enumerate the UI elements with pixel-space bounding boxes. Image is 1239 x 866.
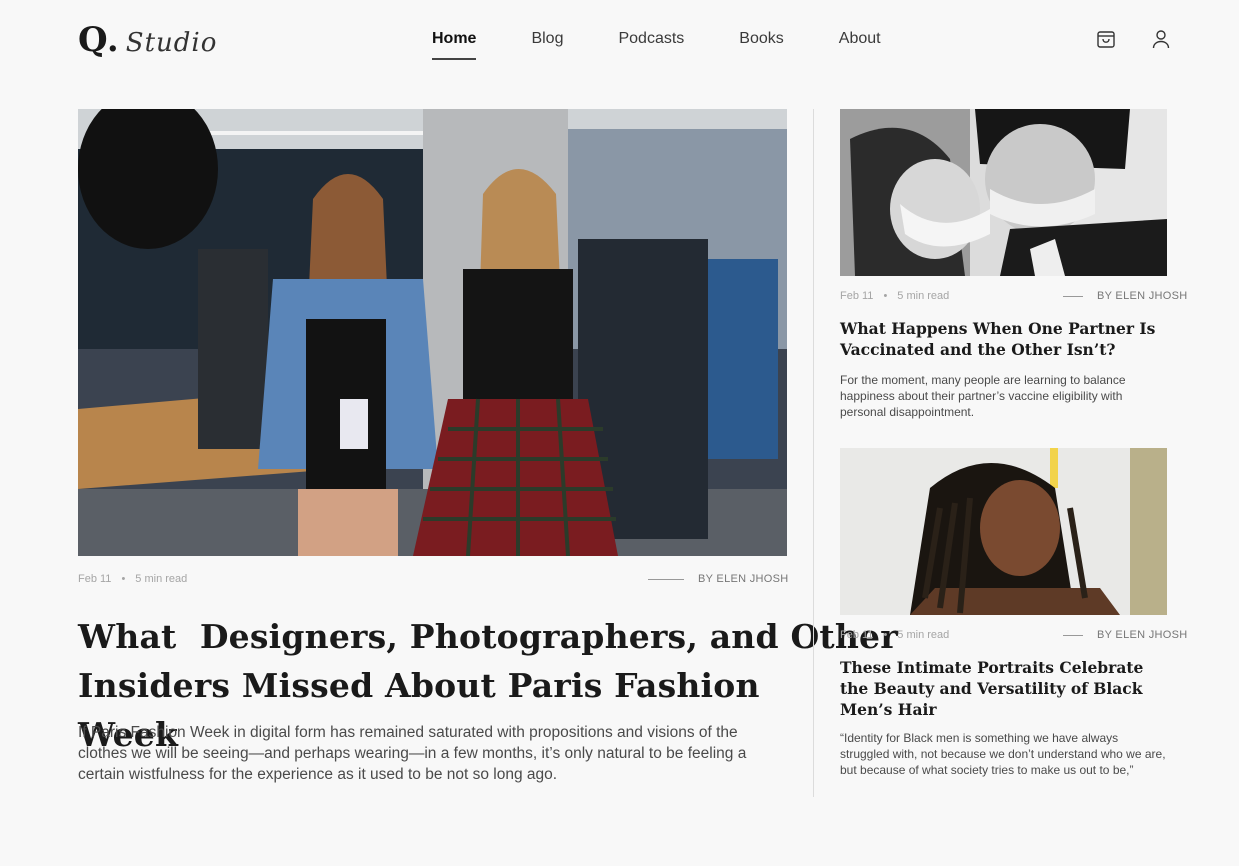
main-article-byline: BY ELEN JHOSH [648,573,789,585]
side-article-title[interactable]: What Happens When One Partner Is Vaccina… [840,318,1160,360]
read-time: 5 min read [135,573,188,585]
site-header: Q. Studio Home Blog Podcasts Books About [0,0,1239,80]
nav-item-about[interactable]: About [839,28,881,54]
side-article-excerpt: For the moment, many people are learning… [840,373,1126,419]
author-name[interactable]: BY ELEN JHOSH [1097,629,1188,641]
read-time: 5 min read [897,629,950,641]
side-article-excerpt: “Identity for Black men is something we … [840,731,1166,777]
article-date: Feb 11 [78,573,112,585]
main-nav: Home Blog Podcasts Books About [410,28,881,60]
nav-item-home[interactable]: Home [432,28,477,60]
side-article-image[interactable] [840,109,1167,276]
logo-mark: Q. [78,20,120,60]
side-article-byline: BY ELEN JHOSH [1063,290,1188,302]
nav-item-books[interactable]: Books [739,28,783,54]
read-time: 5 min read [897,290,950,302]
column-divider [813,109,814,797]
side-article-title[interactable]: These Intimate Portraits Celebrate the B… [840,657,1160,720]
main-article-image[interactable] [78,109,787,556]
article-date: Feb 11 [840,629,874,641]
side-article-image[interactable] [840,448,1167,615]
main-article-meta: Feb 11 • 5 min read [78,573,188,585]
article-date: Feb 11 [840,290,874,302]
side-article-meta: Feb 11 • 5 min read [840,290,950,302]
side-article-byline: BY ELEN JHOSH [1063,629,1188,641]
user-icon[interactable] [1150,28,1172,50]
main-article-excerpt: If Paris Fashion Week in digital form ha… [78,724,747,783]
side-article-meta: Feb 11 • 5 min read [840,629,950,641]
shopping-bag-icon[interactable] [1095,28,1117,50]
site-logo[interactable]: Q. Studio [78,20,217,60]
nav-item-blog[interactable]: Blog [531,28,563,54]
author-name[interactable]: BY ELEN JHOSH [698,573,789,585]
nav-item-podcasts[interactable]: Podcasts [618,28,684,54]
logo-script: Studio [125,28,218,58]
author-name[interactable]: BY ELEN JHOSH [1097,290,1188,302]
